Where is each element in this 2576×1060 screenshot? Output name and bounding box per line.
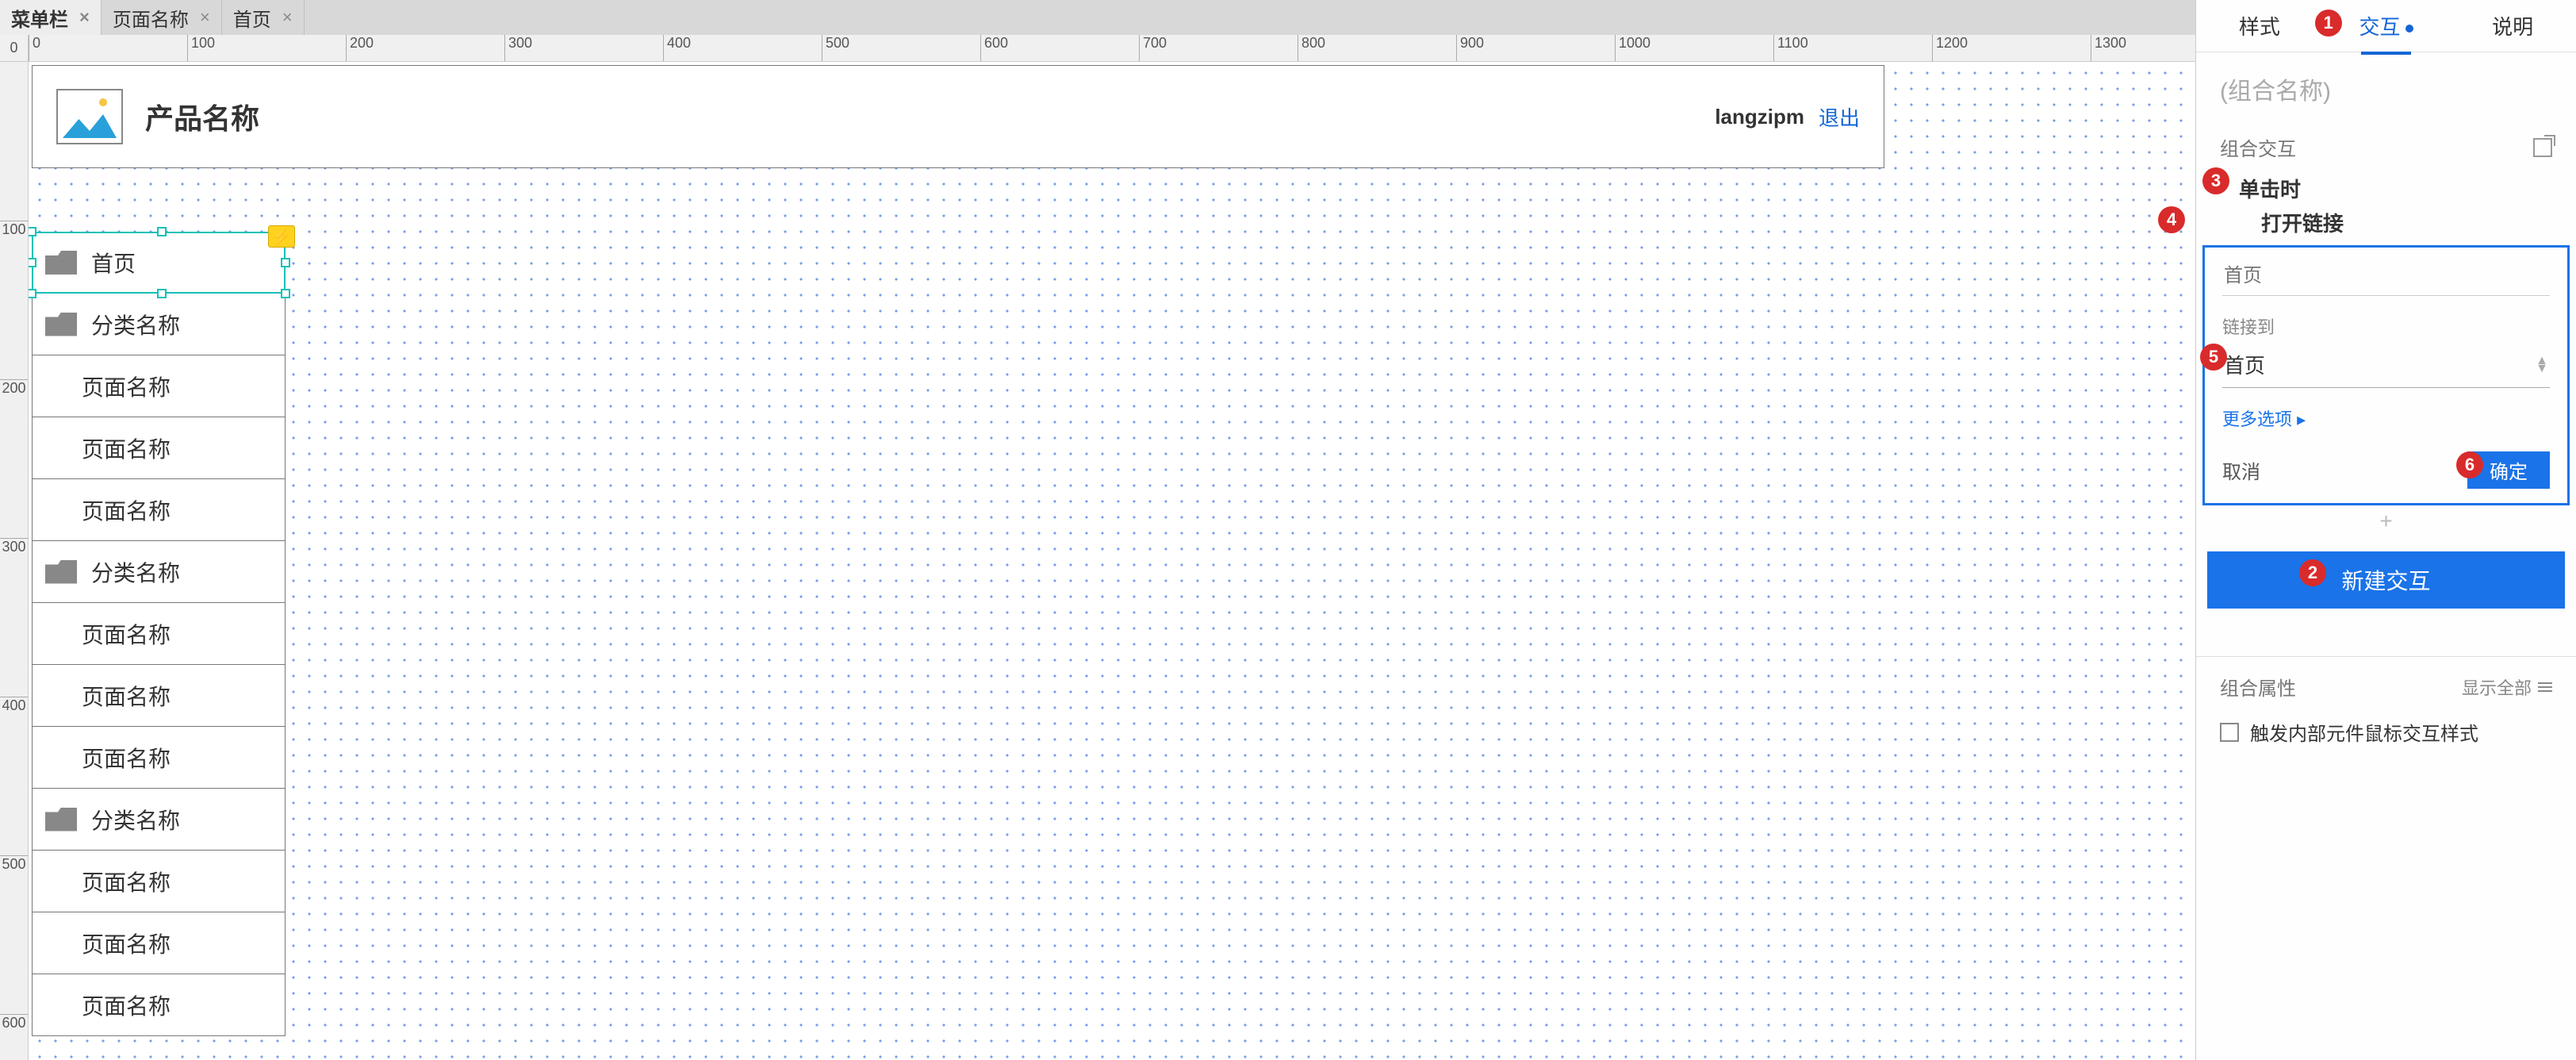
action-openlink[interactable]: 4 打开链接 (2196, 208, 2576, 245)
tab-pagename[interactable]: 页面名称 × (102, 0, 222, 35)
target-input[interactable] (2222, 257, 2550, 296)
ruler-horizontal[interactable]: 0100200300400500600700800900100011001200… (29, 35, 2195, 62)
menu-item-label: 页面名称 (82, 432, 171, 464)
action-config-box: 链接到 5 首页 ▲▼ 更多选项 ▸ 取消 6 确定 (2202, 245, 2570, 505)
dot-grid (29, 62, 2195, 1060)
menu-item-label: 页面名称 (82, 866, 171, 897)
menu-item-label: 页面名称 (82, 494, 171, 526)
widget-name-input[interactable]: (组合名称) (2196, 52, 2576, 125)
logout-link[interactable]: 退出 (1819, 102, 1860, 132)
menu-item-page[interactable]: 页面名称 (32, 417, 286, 479)
dot-indicator-icon (2405, 25, 2413, 33)
folder-icon (45, 313, 77, 336)
menu-item-label: 分类名称 (91, 804, 180, 835)
menu-item-label: 页面名称 (82, 742, 171, 774)
new-interaction-button[interactable]: 2 新建交互 (2207, 551, 2565, 609)
checkbox-icon[interactable] (2220, 723, 2239, 742)
close-icon[interactable]: × (79, 7, 90, 28)
menu-item-label: 首页 (91, 247, 136, 278)
menu-item-category[interactable]: 分类名称 (32, 541, 286, 603)
callout-3: 3 (2202, 167, 2229, 194)
tab-interactions[interactable]: 1 交互 (2323, 11, 2450, 40)
callout-2: 2 (2299, 559, 2326, 586)
add-action-plus[interactable]: + (2196, 505, 2576, 545)
event-onclick[interactable]: 3 单击时 (2196, 169, 2576, 208)
sidebar-menu: 首页分类名称页面名称页面名称页面名称分类名称页面名称页面名称页面名称分类名称页面… (32, 232, 286, 1036)
close-icon[interactable]: × (282, 7, 293, 28)
popout-icon[interactable] (2533, 138, 2552, 157)
menu-item-page[interactable]: 页面名称 (32, 479, 286, 541)
tab-label: 菜单栏 (11, 4, 68, 32)
canvas[interactable]: 产品名称 langzipm 退出 首页分类名称页面名称页面名称页面名称分类名称页… (29, 62, 2195, 1060)
menu-item-page[interactable]: 页面名称 (32, 665, 286, 727)
tab-label: 页面名称 (113, 4, 189, 32)
menu-item-label: 页面名称 (82, 928, 171, 959)
linkto-select[interactable]: 5 首页 ▲▼ (2222, 342, 2550, 388)
folder-icon (45, 251, 77, 275)
menu-item-page[interactable]: 页面名称 (32, 974, 286, 1036)
menu-item-category[interactable]: 分类名称 (32, 294, 286, 355)
menu-item-label: 分类名称 (91, 309, 180, 340)
select-arrows-icon: ▲▼ (2536, 357, 2548, 373)
more-options-link[interactable]: 更多选项 ▸ (2222, 405, 2550, 431)
menu-item-label: 页面名称 (82, 680, 171, 712)
menu-item-label: 分类名称 (91, 556, 180, 588)
menu-item-page[interactable]: 页面名称 (32, 912, 286, 974)
ruler-origin[interactable]: 0 (0, 35, 29, 62)
menu-item-label: 页面名称 (82, 618, 171, 650)
product-title: 产品名称 (145, 96, 259, 137)
image-placeholder-icon (56, 89, 123, 144)
menu-item-page[interactable]: 页面名称 (32, 727, 286, 789)
tab-notes[interactable]: 说明 (2449, 11, 2576, 40)
document-tabs: 菜单栏 × 页面名称 × 首页 × (0, 0, 2195, 35)
tab-home[interactable]: 首页 × (222, 0, 305, 35)
username-label: langzipm (1715, 105, 1804, 129)
tab-menubar[interactable]: 菜单栏 × (0, 0, 102, 35)
cancel-button[interactable]: 取消 (2222, 456, 2260, 484)
inspector-panel: 样式 1 交互 说明 (组合名称) 组合交互 3 单击时 4 打开链接 链接到 … (2195, 0, 2576, 1060)
menu-item-page[interactable]: 页面名称 (32, 851, 286, 912)
menu-item-category[interactable]: 分类名称 (32, 789, 286, 851)
trigger-inner-checkbox-row[interactable]: 触发内部元件鼠标交互样式 (2196, 707, 2576, 757)
interactions-section-header: 组合交互 (2196, 125, 2576, 169)
callout-6: 6 (2456, 451, 2483, 478)
canvas-area: 菜单栏 × 页面名称 × 首页 × 0 01002003004005006007… (0, 0, 2195, 1060)
list-icon (2538, 682, 2552, 692)
show-all-toggle[interactable]: 显示全部 (2462, 674, 2552, 700)
callout-5: 5 (2200, 344, 2227, 371)
ruler-vertical[interactable]: 100200300400500600 (0, 62, 29, 1060)
menu-item-home[interactable]: 首页 (32, 232, 286, 294)
linkto-label: 链接到 (2222, 313, 2550, 339)
callout-1: 1 (2315, 10, 2342, 36)
menu-item-page[interactable]: 页面名称 (32, 603, 286, 665)
menu-item-label: 页面名称 (82, 989, 171, 1021)
menu-item-label: 页面名称 (82, 371, 171, 402)
folder-icon (45, 560, 77, 584)
close-icon[interactable]: × (200, 7, 210, 28)
panel-tabs: 样式 1 交互 说明 (2196, 0, 2576, 52)
folder-icon (45, 808, 77, 831)
callout-4: 4 (2158, 206, 2185, 233)
ok-button[interactable]: 6 确定 (2467, 451, 2550, 489)
header-widget[interactable]: 产品名称 langzipm 退出 (32, 65, 1884, 168)
properties-section-header: 组合属性 显示全部 (2196, 666, 2576, 707)
tab-style[interactable]: 样式 (2196, 11, 2323, 40)
tab-label: 首页 (233, 4, 271, 32)
menu-item-page[interactable]: 页面名称 (32, 355, 286, 417)
